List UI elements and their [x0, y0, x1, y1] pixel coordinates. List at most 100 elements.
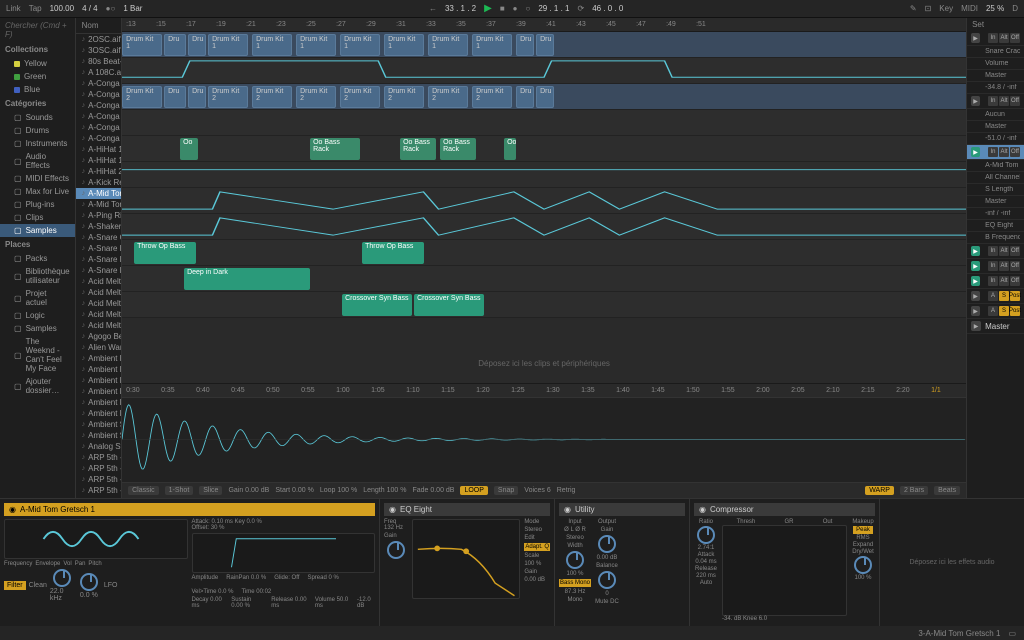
classic-tab[interactable]: Classic	[128, 486, 159, 495]
loop-length[interactable]: 46 . 0 . 0	[592, 4, 623, 13]
clip[interactable]: Drum Kit 1	[472, 34, 512, 56]
tempo-value[interactable]: 100.00	[50, 4, 74, 13]
tap-button[interactable]: Tap	[29, 4, 42, 13]
link-button[interactable]: Link	[6, 4, 21, 13]
category-item[interactable]: ▢Clips	[0, 211, 75, 224]
file-item[interactable]: ♪A-Snare Ludwig 1 A.aif	[76, 254, 121, 265]
clip[interactable]: Drum Kit 1	[296, 34, 336, 56]
device-title[interactable]: ◉A-Mid Tom Gretsch 1	[4, 503, 375, 516]
device-drop-zone[interactable]: Déposez ici les effets audio	[880, 499, 1024, 626]
clip[interactable]: Drum Kit 1	[208, 34, 248, 56]
track-header[interactable]: ▶4 Throw Op BassInAltOff	[967, 244, 1024, 259]
category-item[interactable]: ▢Drums	[0, 124, 75, 137]
track-row[interactable]: OoOo Bass RackOo Bass RackOo Bass RackOo	[122, 136, 966, 162]
category-item[interactable]: ▢Max for Live	[0, 185, 75, 198]
file-item[interactable]: ♪Agogo Bells Loop.aif	[76, 331, 121, 342]
place-item[interactable]: ▢Bibliothèque utilisateur	[0, 265, 75, 287]
bars-value[interactable]: 2 Bars	[900, 486, 928, 495]
arrangement-pos[interactable]: 29 . 1 . 1	[538, 4, 569, 13]
file-item[interactable]: ♪A-Conga Hi Muted 1.aif	[76, 78, 121, 89]
tracks-area[interactable]: Drum Kit 1DruDruDrum Kit 1Drum Kit 1Drum…	[122, 32, 966, 343]
file-item[interactable]: ♪2OSC.aif	[76, 34, 121, 45]
drop-zone[interactable]: Déposez ici les clips et périphériques	[122, 343, 966, 383]
track-play-icon[interactable]: ▶	[971, 147, 980, 157]
track-row[interactable]	[122, 188, 966, 214]
file-item[interactable]: ♪A 108C.aif	[76, 67, 121, 78]
return-track[interactable]: ▶A Reverb | CompressorASPost	[967, 289, 1024, 304]
place-item[interactable]: ▢Logic	[0, 309, 75, 322]
play-button[interactable]: ▶	[484, 3, 492, 14]
file-item[interactable]: ♪A-HiHat 1 Half Open B.aif	[76, 155, 121, 166]
device-title[interactable]: ◉EQ Eight	[384, 503, 550, 516]
track-row[interactable]	[122, 214, 966, 240]
clip[interactable]: Deep in Dark	[184, 268, 310, 290]
track-header[interactable]: ▶1 Drum Kit 1InAltOff	[967, 31, 1024, 46]
file-item[interactable]: ♪A-Conga Hi Slap 1.aif	[76, 89, 121, 100]
file-item[interactable]: ♪Analog Stab.wav	[76, 441, 121, 452]
file-item[interactable]: ♪3OSC.aif	[76, 45, 121, 56]
midi-button[interactable]: MIDI	[961, 4, 978, 13]
clip[interactable]: Drum Kit 2	[252, 86, 292, 108]
device-title[interactable]: ◉Compressor	[694, 503, 875, 516]
track-play-icon[interactable]: ▶	[971, 33, 980, 43]
clip[interactable]: Drum Kit 2	[428, 86, 468, 108]
track-play-icon[interactable]: ▶	[971, 276, 980, 286]
track-row[interactable]	[122, 162, 966, 188]
file-item[interactable]: ♪Ambient Encounters - C3.aif	[76, 375, 121, 386]
device-power-icon[interactable]: ◉	[699, 505, 706, 514]
file-item[interactable]: ♪A-Snare Ludwig 1 X-Stick.aif	[76, 265, 121, 276]
collection-item[interactable]: Yellow	[0, 57, 75, 70]
oneshot-tab[interactable]: 1-Shot	[165, 486, 194, 495]
file-item[interactable]: ♪ARP 5th - C3.aif	[76, 485, 121, 496]
beats-mode[interactable]: Beats	[934, 486, 960, 495]
clip[interactable]: Oo Bass Rack	[310, 138, 360, 160]
category-item[interactable]: ▢Sounds	[0, 111, 75, 124]
file-item[interactable]: ♪ARP 5th - C1.aif	[76, 463, 121, 474]
file-item[interactable]: ♪Ambient Encounters - C1.aif	[76, 353, 121, 364]
pencil-icon[interactable]: ✎	[910, 4, 917, 13]
clip[interactable]: Drum Kit 2	[122, 86, 162, 108]
track-row[interactable]: Deep in Dark	[122, 266, 966, 292]
snap-toggle[interactable]: Snap	[494, 486, 518, 495]
bar-ruler[interactable]: :13:15:17:19:21:23:25:27:29:31:33:35:37:…	[122, 18, 966, 32]
clip[interactable]: Dru	[188, 86, 206, 108]
record-button[interactable]: ●	[513, 4, 518, 13]
file-item[interactable]: ♪Ambient Encounters - C2.aif	[76, 364, 121, 375]
file-item[interactable]: ♪A-Snare Lowdy 1 A.aif	[76, 243, 121, 254]
track-row[interactable]	[122, 110, 966, 136]
time-signature[interactable]: 4 / 4	[82, 4, 98, 13]
clip[interactable]: Oo	[504, 138, 516, 160]
clip[interactable]: Crossover Syn Bass	[342, 294, 412, 316]
position-bars[interactable]: 33 . 1 . 2	[445, 4, 476, 13]
file-item[interactable]: ♪A-Conga Low Slap 1.aif	[76, 122, 121, 133]
file-item[interactable]: ♪Acid Meltdown - C5.aif	[76, 320, 121, 331]
filelist-header[interactable]: Nom	[76, 18, 121, 34]
loop-toggle[interactable]: LOOP	[460, 486, 487, 495]
device-power-icon[interactable]: ◉	[564, 505, 571, 514]
track-play-icon[interactable]: ▶	[971, 96, 980, 106]
file-item[interactable]: ♪A-HiHat 2 Closed B.aif	[76, 166, 121, 177]
device-power-icon[interactable]: ◉	[9, 505, 16, 514]
loop-icon[interactable]: ⟳	[578, 4, 585, 13]
clip[interactable]: Drum Kit 1	[340, 34, 380, 56]
file-item[interactable]: ♪A-Conga Low Ring 1.aif	[76, 100, 121, 111]
warp-toggle[interactable]: WARP	[865, 486, 894, 495]
file-item[interactable]: ♪A-Shaker 1.aif	[76, 221, 121, 232]
track-row[interactable]: Crossover Syn BassCrossover Syn Bass	[122, 292, 966, 318]
clip[interactable]: Drum Kit 2	[296, 86, 336, 108]
search-input[interactable]: Chercher (Cmd + F)	[0, 18, 75, 42]
category-item[interactable]: ▢Plug-ins	[0, 198, 75, 211]
file-item[interactable]: ♪A-Mid Tom Gretsch 1.aif	[76, 188, 121, 199]
file-item[interactable]: ♪Ambient Encounters - C4.aif	[76, 386, 121, 397]
track-row[interactable]: Throw Op BassThrow Op Bass	[122, 240, 966, 266]
clip[interactable]: Drum Kit 1	[252, 34, 292, 56]
overdub-icon[interactable]: ○	[526, 4, 531, 13]
place-item[interactable]: ▢Packs	[0, 252, 75, 265]
category-item[interactable]: ▢Audio Effects	[0, 150, 75, 172]
clip[interactable]: Drum Kit 1	[122, 34, 162, 56]
clip[interactable]: Drum Kit 2	[472, 86, 512, 108]
clip[interactable]: Dru	[536, 34, 554, 56]
clip[interactable]: Oo Bass Rack	[440, 138, 476, 160]
category-item[interactable]: ▢Samples	[0, 224, 75, 237]
file-item[interactable]: ♪Acid Meltdown - C1.aif	[76, 276, 121, 287]
